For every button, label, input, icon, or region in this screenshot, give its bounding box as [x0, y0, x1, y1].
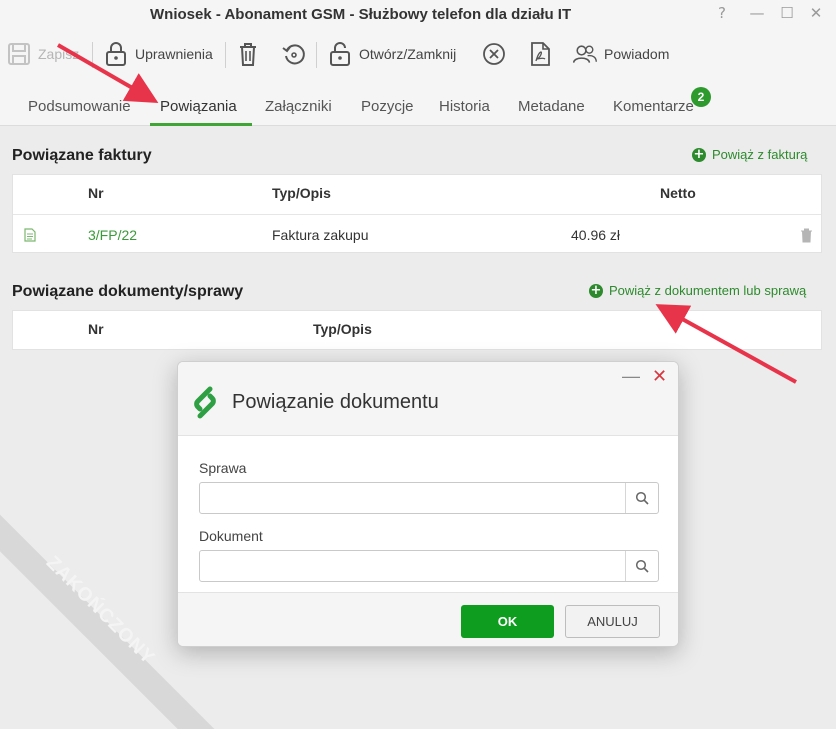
link-document-button[interactable]: + Powiąż z dokumentem lub sprawą — [589, 283, 806, 298]
header-separator — [13, 214, 821, 215]
open-close-button-label: Otwórz/Zamknij — [359, 46, 457, 62]
document-field — [199, 550, 659, 582]
floppy-disk-icon — [8, 43, 30, 65]
window-titlebar: Wniosek - Abonament GSM - Służbowy telef… — [0, 0, 836, 30]
history-rotate-icon — [282, 44, 305, 65]
document-icon — [24, 228, 36, 242]
toolbar-separator — [316, 42, 317, 68]
case-input[interactable] — [200, 483, 625, 513]
maximize-icon[interactable]: ☐ — [777, 4, 797, 22]
search-icon — [635, 559, 649, 573]
case-search-button[interactable] — [625, 483, 658, 513]
dialog-minimize-icon[interactable]: — — [622, 366, 640, 387]
open-padlock-icon — [330, 42, 350, 66]
link-logo-icon — [194, 386, 216, 419]
ok-button[interactable]: OK — [461, 605, 554, 638]
dialog-title: Powiązanie dokumentu — [232, 391, 439, 413]
column-header-type: Typ/Opis — [313, 321, 372, 337]
save-button-label: Zapisz — [38, 46, 80, 62]
minimize-icon[interactable]: — — [747, 4, 767, 22]
invoice-number-link[interactable]: 3/FP/22 — [88, 227, 137, 243]
search-icon — [635, 491, 649, 505]
invoice-net-amount: 40.96 zł — [571, 227, 621, 243]
save-button[interactable]: Zapisz — [6, 38, 79, 70]
export-pdf-button[interactable] — [527, 38, 553, 70]
tab-comments[interactable]: Komentarze — [613, 98, 694, 115]
padlock-icon — [106, 42, 126, 66]
notify-button[interactable]: Powiadom — [572, 38, 669, 70]
link-document-dialog: Powiązanie dokumentu — ✕ Sprawa Dokument… — [177, 361, 679, 647]
help-icon[interactable]: ? — [712, 4, 732, 22]
case-field — [199, 482, 659, 514]
column-header-nr: Nr — [88, 185, 104, 201]
tab-items[interactable]: Pozycje — [361, 98, 414, 115]
tab-metadata[interactable]: Metadane — [518, 98, 585, 115]
window-title: Wniosek - Abonament GSM - Służbowy telef… — [150, 6, 572, 23]
linked-documents-table: Nr Typ/Opis — [12, 310, 822, 350]
permissions-button[interactable]: Uprawnienia — [103, 38, 213, 70]
permissions-button-label: Uprawnienia — [135, 46, 213, 62]
link-invoice-label: Powiąż z fakturą — [712, 147, 808, 162]
comments-count-badge: 2 — [691, 87, 711, 107]
document-label: Dokument — [199, 528, 263, 544]
close-icon[interactable]: ✕ — [806, 4, 826, 22]
toolbar-separator — [92, 42, 93, 68]
tab-bar: Podsumowanie Powiązania Załączniki Pozyc… — [0, 80, 836, 126]
document-search-button[interactable] — [625, 551, 658, 581]
trash-icon[interactable] — [800, 228, 813, 243]
invoice-type: Faktura zakupu — [272, 227, 369, 243]
column-header-type: Typ/Opis — [272, 185, 331, 201]
toolbar: Zapisz Uprawnienia Otwórz/Zamknij Powiad… — [0, 30, 836, 80]
users-icon — [572, 45, 597, 63]
tab-relations[interactable]: Powiązania — [160, 98, 237, 115]
linked-documents-title: Powiązane dokumenty/sprawy — [12, 283, 244, 300]
column-header-nr: Nr — [88, 321, 104, 337]
toolbar-separator — [225, 42, 226, 68]
dialog-footer: OK ANULUJ — [178, 592, 678, 646]
link-invoice-button[interactable]: + Powiąż z fakturą — [692, 147, 807, 162]
restore-button[interactable] — [281, 38, 307, 70]
linked-invoices-title: Powiązane faktury — [12, 147, 152, 164]
plus-circle-icon: + — [692, 146, 706, 162]
column-header-net: Netto — [660, 185, 696, 201]
tab-summary[interactable]: Podsumowanie — [28, 98, 131, 115]
case-label: Sprawa — [199, 460, 247, 476]
active-tab-indicator — [150, 123, 252, 126]
pdf-file-icon — [531, 42, 550, 66]
link-document-label: Powiąż z dokumentem lub sprawą — [609, 283, 807, 298]
linked-invoices-table: Nr Typ/Opis Netto 3/FP/22 Faktura zakupu… — [12, 174, 822, 253]
circle-x-icon — [483, 43, 505, 65]
document-input[interactable] — [200, 551, 625, 581]
tab-attachments[interactable]: Załączniki — [265, 98, 332, 115]
trash-icon — [240, 43, 256, 66]
dialog-header: Powiązanie dokumentu — ✕ — [178, 362, 678, 436]
dialog-close-icon[interactable]: ✕ — [652, 366, 667, 387]
notify-button-label: Powiadom — [604, 46, 670, 62]
tab-history[interactable]: Historia — [439, 98, 490, 115]
delete-button[interactable] — [235, 38, 261, 70]
cancel-document-button[interactable] — [481, 38, 507, 70]
cancel-button[interactable]: ANULUJ — [565, 605, 660, 638]
plus-circle-icon: + — [589, 282, 603, 298]
open-close-button[interactable]: Otwórz/Zamknij — [327, 38, 456, 70]
